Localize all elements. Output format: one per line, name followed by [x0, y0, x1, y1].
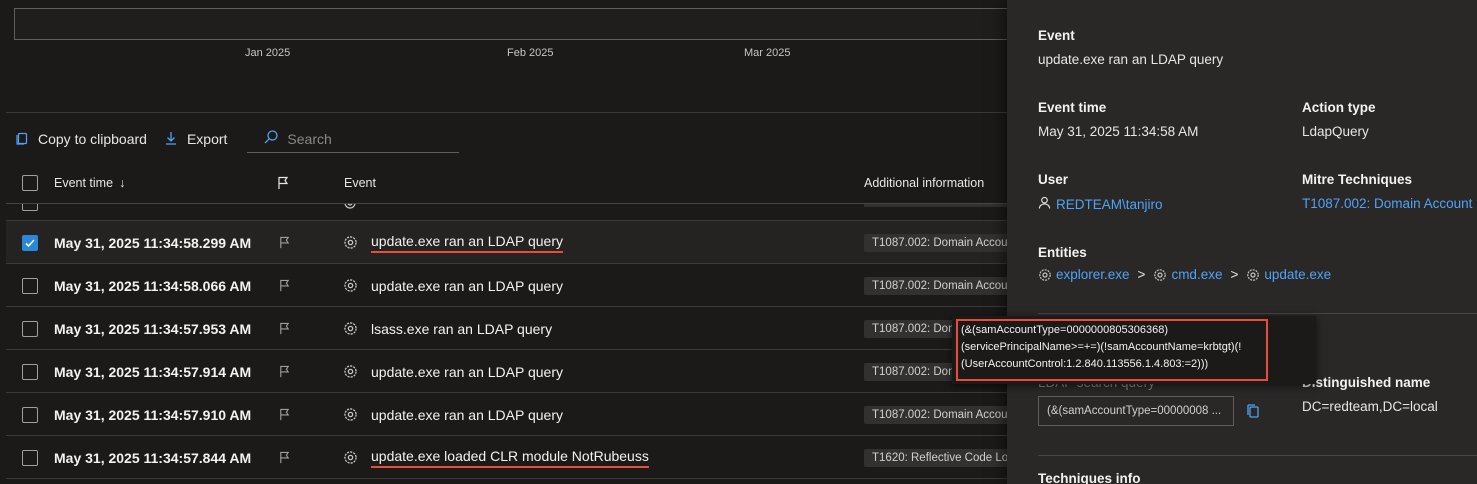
gear-icon: [343, 221, 358, 264]
gear-icon: [343, 393, 358, 436]
ldap-query-tooltip: (&(samAccountType=0000000805306368) (ser…: [952, 316, 1316, 384]
ldap-query-field[interactable]: (&(samAccountType=00000008 ...: [1038, 396, 1234, 426]
tooltip-line: (UserAccountControl:1.2.840.113556.1.4.8…: [961, 358, 1209, 370]
column-header-event[interactable]: Event: [344, 162, 376, 204]
tooltip-line: (servicePrincipalName>=+=)(!samAccountNa…: [961, 341, 1242, 353]
flag-icon[interactable]: [278, 264, 291, 307]
search-input[interactable]: [287, 130, 448, 147]
event-name: update.exe ran an LDAP query: [371, 221, 563, 264]
table-row[interactable]: May 31, 2025 11:34:57.953 AM lsass.exe r…: [6, 307, 1010, 350]
table-row[interactable]: May 31, 2025 11:34:57.914 AM update.exe …: [6, 350, 1010, 393]
entity-separator: >: [1137, 267, 1146, 282]
copy-to-clipboard-button[interactable]: Copy to clipboard: [14, 130, 147, 149]
table-row[interactable]: May 31, 2025 11:34:58.066 AM update.exe …: [6, 264, 1010, 307]
event-time-label: Event time: [1038, 100, 1107, 115]
user-link[interactable]: REDTEAM\tanjiro: [1038, 196, 1163, 212]
export-button[interactable]: Export: [163, 130, 227, 149]
flag-column-icon[interactable]: [276, 162, 290, 204]
flag-icon[interactable]: [278, 393, 291, 436]
table-row[interactable]: May 31, 2025 11:34:57.910 AM update.exe …: [6, 393, 1010, 436]
gear-icon: [343, 307, 358, 350]
search-icon: [263, 129, 279, 148]
event-name: lsass.exe ran an LDAP query: [371, 320, 553, 337]
entity-separator: >: [1230, 267, 1239, 282]
techniques-info-label: Techniques info: [1038, 471, 1141, 484]
event-details-panel: Event update.exe ran an LDAP query Event…: [1007, 0, 1477, 484]
table-header: Event time ↓ Event Additional informatio…: [6, 162, 1010, 204]
person-icon: [1038, 196, 1051, 212]
entity-cmd[interactable]: cmd.exe: [1153, 267, 1222, 282]
select-all-checkbox[interactable]: [22, 162, 38, 204]
row-checkbox[interactable]: [22, 436, 38, 479]
distinguished-name-value: DC=redteam,DC=local: [1302, 399, 1438, 414]
divider: [1038, 313, 1477, 314]
timeline-chart[interactable]: [14, 8, 1024, 40]
divider: [6, 112, 1016, 113]
event-label: Event: [1038, 28, 1075, 43]
sort-arrow-icon: ↓: [119, 176, 126, 190]
event-name: update.exe ran an LDAP query: [371, 363, 563, 380]
row-checkbox[interactable]: [22, 307, 38, 350]
event-name: update.exe loaded CLR module NotRubeuss: [371, 436, 649, 479]
flag-icon[interactable]: [278, 221, 291, 264]
table-row-partial[interactable]: [6, 204, 1010, 221]
mitre-techniques-label: Mitre Techniques: [1302, 172, 1413, 187]
additional-info: T1087.002: Domain Account: [864, 221, 1010, 264]
gear-icon: [343, 436, 358, 479]
export-label: Export: [186, 131, 228, 147]
gear-icon: [343, 204, 357, 213]
gear-icon: [1154, 268, 1167, 281]
search-box[interactable]: [247, 125, 460, 153]
event-time: May 31, 2025 11:34:58.299 AM: [54, 234, 252, 251]
table-row[interactable]: May 31, 2025 11:34:57.844 AM update.exe …: [6, 436, 1010, 479]
gear-icon: [1247, 268, 1260, 281]
download-icon: [163, 130, 179, 149]
distinguished-name-label: Distinguished name: [1302, 375, 1431, 390]
timeline-tick: Jan 2025: [245, 47, 291, 59]
entities-label: Entities: [1038, 245, 1087, 260]
flag-icon[interactable]: [278, 436, 291, 479]
event-time: May 31, 2025 11:34:57.953 AM: [54, 320, 252, 337]
copy-icon: [14, 130, 30, 149]
row-checkbox[interactable]: [22, 221, 38, 264]
gear-icon: [343, 350, 358, 393]
user-label: User: [1038, 172, 1069, 187]
additional-info: T1087.002: Domain Account: [864, 264, 1010, 307]
additional-info: T1087.002: Domain Account: [864, 393, 1010, 436]
gear-icon: [343, 264, 358, 307]
table-row[interactable]: May 31, 2025 11:34:58.299 AM update.exe …: [6, 221, 1010, 264]
copy-icon[interactable]: [1245, 403, 1261, 422]
flag-icon[interactable]: [278, 350, 291, 393]
toolbar: Copy to clipboard Export: [14, 125, 460, 153]
column-header-additional-info[interactable]: Additional information: [864, 162, 984, 204]
flag-icon[interactable]: [278, 307, 291, 350]
event-name: update.exe ran an LDAP query: [371, 406, 563, 423]
event-time: May 31, 2025 11:34:57.914 AM: [54, 363, 252, 380]
tooltip-line: (&(samAccountType=0000000805306368): [961, 324, 1169, 336]
event-time: May 31, 2025 11:34:57.910 AM: [54, 406, 252, 423]
event-value: update.exe ran an LDAP query: [1038, 52, 1224, 67]
timeline-tick: Mar 2025: [744, 47, 791, 59]
row-checkbox[interactable]: [22, 350, 38, 393]
additional-info: T1620: Reflective Code Loading: [864, 436, 1010, 479]
event-time: May 31, 2025 11:34:57.844 AM: [54, 449, 252, 466]
entities-chain: explorer.exe > cmd.exe > update.exe: [1038, 267, 1331, 282]
divider: [1038, 455, 1477, 456]
action-type-label: Action type: [1302, 100, 1376, 115]
entity-explorer[interactable]: explorer.exe: [1038, 267, 1130, 282]
action-type-value: LdapQuery: [1302, 124, 1369, 139]
event-time: May 31, 2025 11:34:58.066 AM: [54, 277, 252, 294]
row-checkbox[interactable]: [22, 393, 38, 436]
tooltip-highlight: (&(samAccountType=0000000805306368) (ser…: [956, 319, 1268, 381]
copy-label: Copy to clipboard: [38, 131, 147, 147]
mitre-technique-link[interactable]: T1087.002: Domain Account: [1302, 196, 1472, 211]
entity-update[interactable]: update.exe: [1246, 267, 1331, 282]
event-name: update.exe ran an LDAP query: [371, 277, 563, 294]
event-time-value: May 31, 2025 11:34:58 AM: [1038, 124, 1199, 139]
timeline-tick: Feb 2025: [507, 47, 554, 59]
row-checkbox[interactable]: [22, 264, 38, 307]
column-header-event-time[interactable]: Event time ↓: [54, 162, 125, 204]
gear-icon: [1039, 268, 1051, 281]
